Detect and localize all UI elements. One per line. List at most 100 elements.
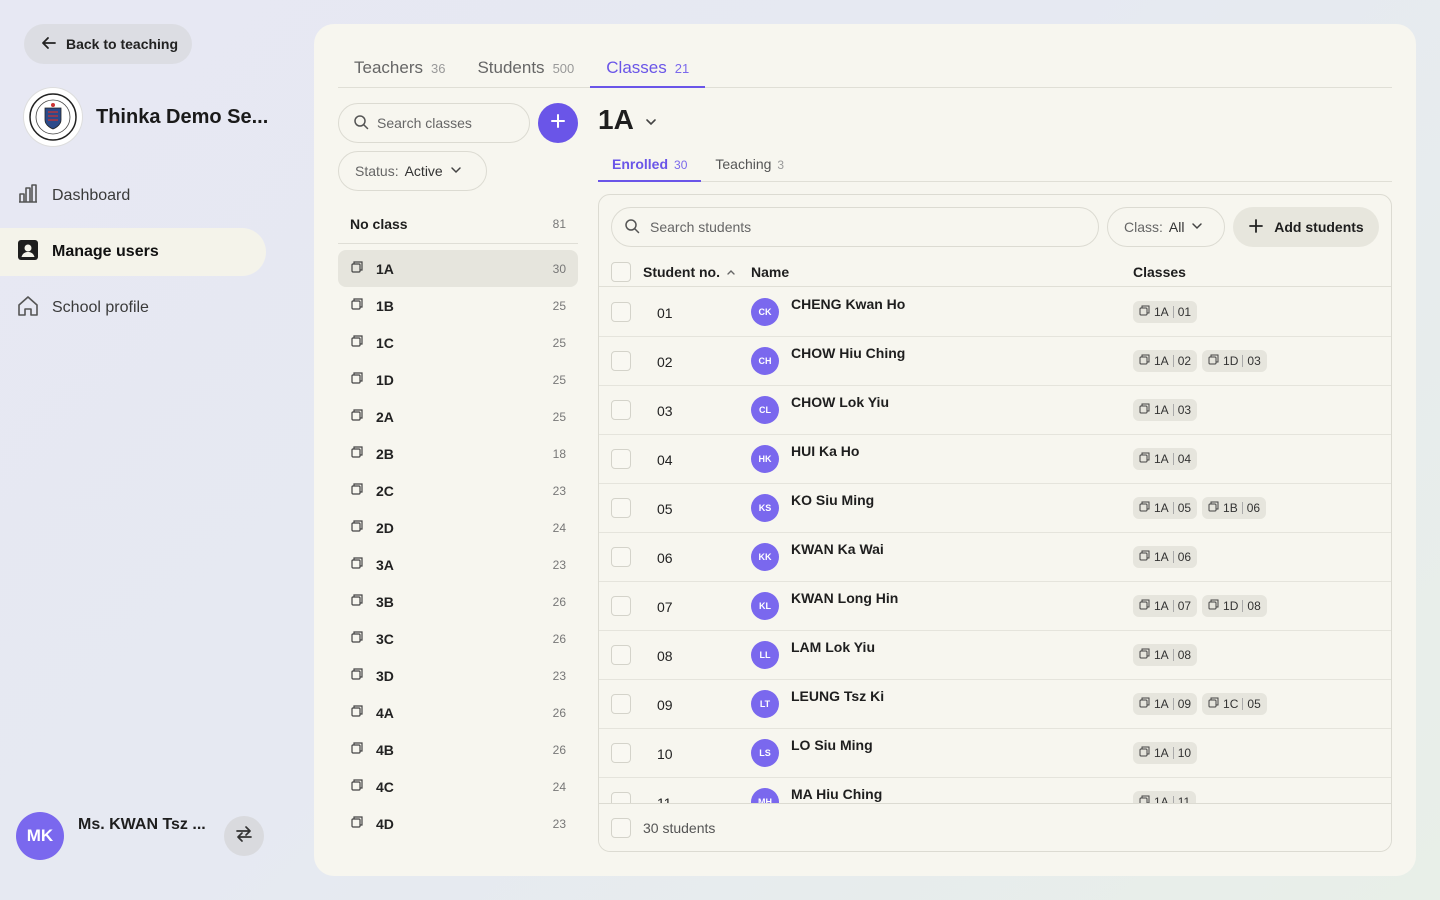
class-item-4b[interactable]: 4B 26: [338, 731, 578, 768]
table-row[interactable]: 03 CL CHOW Lok Yiu 1A 03: [599, 386, 1391, 435]
chip-number: 04: [1177, 452, 1192, 466]
table-row[interactable]: 02 CH CHOW Hiu Ching 1A 02 1D 03: [599, 337, 1391, 386]
row-checkbox[interactable]: [611, 351, 631, 371]
column-header-classes: Classes: [1133, 263, 1186, 280]
student-classes: 1A 02 1D 03: [1133, 350, 1267, 372]
student-name[interactable]: HUI Ka Ho: [791, 443, 859, 459]
student-classes: 1A 07 1D 08: [1133, 595, 1267, 617]
row-checkbox[interactable]: [611, 302, 631, 322]
tab-teachers[interactable]: Teachers 36: [338, 48, 461, 88]
table-row[interactable]: 07 KL KWAN Long Hin 1A 07 1D 08: [599, 582, 1391, 631]
student-name[interactable]: KWAN Ka Wai: [791, 541, 884, 557]
select-all-checkbox[interactable]: [611, 261, 631, 282]
row-checkbox[interactable]: [611, 498, 631, 518]
chip-number: 06: [1246, 501, 1261, 515]
no-class-item[interactable]: No class 81: [338, 204, 578, 244]
class-box-icon: [350, 815, 364, 832]
class-item-1d[interactable]: 1D 25: [338, 361, 578, 398]
student-avatar: MH: [751, 788, 779, 803]
back-label: Back to teaching: [66, 36, 179, 52]
tab-students[interactable]: Students 500: [461, 48, 590, 88]
student-name[interactable]: LAM Lok Yiu: [791, 639, 875, 655]
student-name[interactable]: CHENG Kwan Ho: [791, 296, 905, 312]
row-checkbox[interactable]: [611, 596, 631, 616]
table-row[interactable]: 10 LS LO Siu Ming 1A 10: [599, 729, 1391, 778]
class-item-1a[interactable]: 1A 30: [338, 250, 578, 287]
row-checkbox[interactable]: [611, 743, 631, 763]
class-item-label: 4B: [376, 741, 394, 758]
class-item-4c[interactable]: 4C 24: [338, 768, 578, 805]
class-item-1c[interactable]: 1C 25: [338, 324, 578, 361]
column-header-name[interactable]: Name: [751, 264, 1133, 280]
user-avatar[interactable]: MK: [16, 812, 64, 860]
table-row[interactable]: 08 LL LAM Lok Yiu 1A 08: [599, 631, 1391, 680]
chip-class: 1A: [1154, 697, 1169, 711]
nav-item-dashboard[interactable]: Dashboard: [0, 172, 266, 220]
class-chip: 1C 05: [1202, 693, 1267, 715]
row-checkbox[interactable]: [611, 449, 631, 469]
class-item-3d[interactable]: 3D 23: [338, 657, 578, 694]
search-classes-input[interactable]: Search classes: [338, 103, 530, 143]
row-checkbox[interactable]: [611, 694, 631, 714]
column-header-student-no[interactable]: Student no.: [643, 264, 751, 280]
class-item-4a[interactable]: 4A 26: [338, 694, 578, 731]
table-row[interactable]: 11 MH MA Hiu Ching 1A 11: [599, 778, 1391, 803]
table-row[interactable]: 06 KK KWAN Ka Wai 1A 06: [599, 533, 1391, 582]
class-item-3a[interactable]: 3A 23: [338, 546, 578, 583]
class-item-2b[interactable]: 2B 18: [338, 435, 578, 472]
student-name[interactable]: CHOW Lok Yiu: [791, 394, 889, 410]
chip-class: 1D: [1223, 599, 1239, 613]
tab-label: Classes: [606, 58, 667, 77]
class-list: No class 81 1A 30 1B 25 1C 25 1D 25 2A 25 2B 18 2C 23…: [338, 204, 578, 842]
tab-label: Teaching: [715, 156, 772, 172]
bar-chart-icon: [16, 182, 40, 211]
class-item-4d[interactable]: 4D 23: [338, 805, 578, 842]
class-item-3b[interactable]: 3B 26: [338, 583, 578, 620]
table-row[interactable]: 04 HK HUI Ka Ho 1A 04: [599, 435, 1391, 484]
class-item-2a[interactable]: 2A 25: [338, 398, 578, 435]
chip-number: 09: [1177, 697, 1192, 711]
chip-divider: [1172, 796, 1174, 803]
student-name[interactable]: KWAN Long Hin: [791, 590, 898, 606]
status-filter-dropdown[interactable]: Status: Active: [338, 151, 487, 191]
class-chip: 1B 06: [1202, 497, 1267, 519]
footer-select-checkbox[interactable]: [611, 817, 631, 838]
class-chip: 1D 03: [1202, 350, 1267, 372]
class-item-1b[interactable]: 1B 25: [338, 287, 578, 324]
row-checkbox[interactable]: [611, 792, 631, 803]
table-row[interactable]: 09 LT LEUNG Tsz Ki 1A 09 1C 05: [599, 680, 1391, 729]
table-row[interactable]: 01 CK CHENG Kwan Ho 1A 01: [599, 288, 1391, 337]
student-name[interactable]: CHOW Hiu Ching: [791, 345, 905, 361]
class-item-3c[interactable]: 3C 26: [338, 620, 578, 657]
add-students-button[interactable]: Add students: [1233, 207, 1379, 247]
nav-item-school-profile[interactable]: School profile: [0, 284, 266, 332]
chip-class: 1A: [1154, 452, 1169, 466]
class-item-2d[interactable]: 2D 24: [338, 509, 578, 546]
plus-icon: [549, 112, 567, 135]
row-checkbox[interactable]: [611, 645, 631, 665]
nav-label: Manage users: [52, 243, 159, 260]
tab-enrolled[interactable]: Enrolled 30: [598, 150, 702, 182]
switch-account-button[interactable]: [224, 816, 264, 856]
row-checkbox[interactable]: [611, 547, 631, 567]
student-name[interactable]: LEUNG Tsz Ki: [791, 688, 884, 704]
table-body: 01 CK CHENG Kwan Ho 1A 01 02 CH CHOW Hiu Ching 1…: [599, 288, 1391, 803]
class-item-label: 3B: [376, 593, 394, 610]
class-box-icon: [350, 667, 364, 684]
class-box-icon: [1139, 305, 1150, 319]
table-row[interactable]: 05 KS KO Siu Ming 1A 05 1B 06: [599, 484, 1391, 533]
class-chip: 1A 08: [1133, 644, 1198, 666]
student-name[interactable]: MA Hiu Ching: [791, 786, 882, 802]
nav-item-manage-users[interactable]: Manage users: [0, 228, 266, 276]
search-students-input[interactable]: Search students: [611, 207, 1099, 247]
class-selector[interactable]: 1A: [598, 104, 658, 136]
class-item-2c[interactable]: 2C 23: [338, 472, 578, 509]
row-checkbox[interactable]: [611, 400, 631, 420]
student-name[interactable]: KO Siu Ming: [791, 492, 874, 508]
class-filter-dropdown[interactable]: Class: All: [1107, 207, 1225, 247]
student-name[interactable]: LO Siu Ming: [791, 737, 873, 753]
tab-classes[interactable]: Classes 21: [590, 48, 706, 88]
tab-teaching[interactable]: Teaching 3: [701, 150, 798, 182]
back-to-teaching-button[interactable]: Back to teaching: [24, 24, 192, 64]
add-class-button[interactable]: [538, 103, 578, 143]
